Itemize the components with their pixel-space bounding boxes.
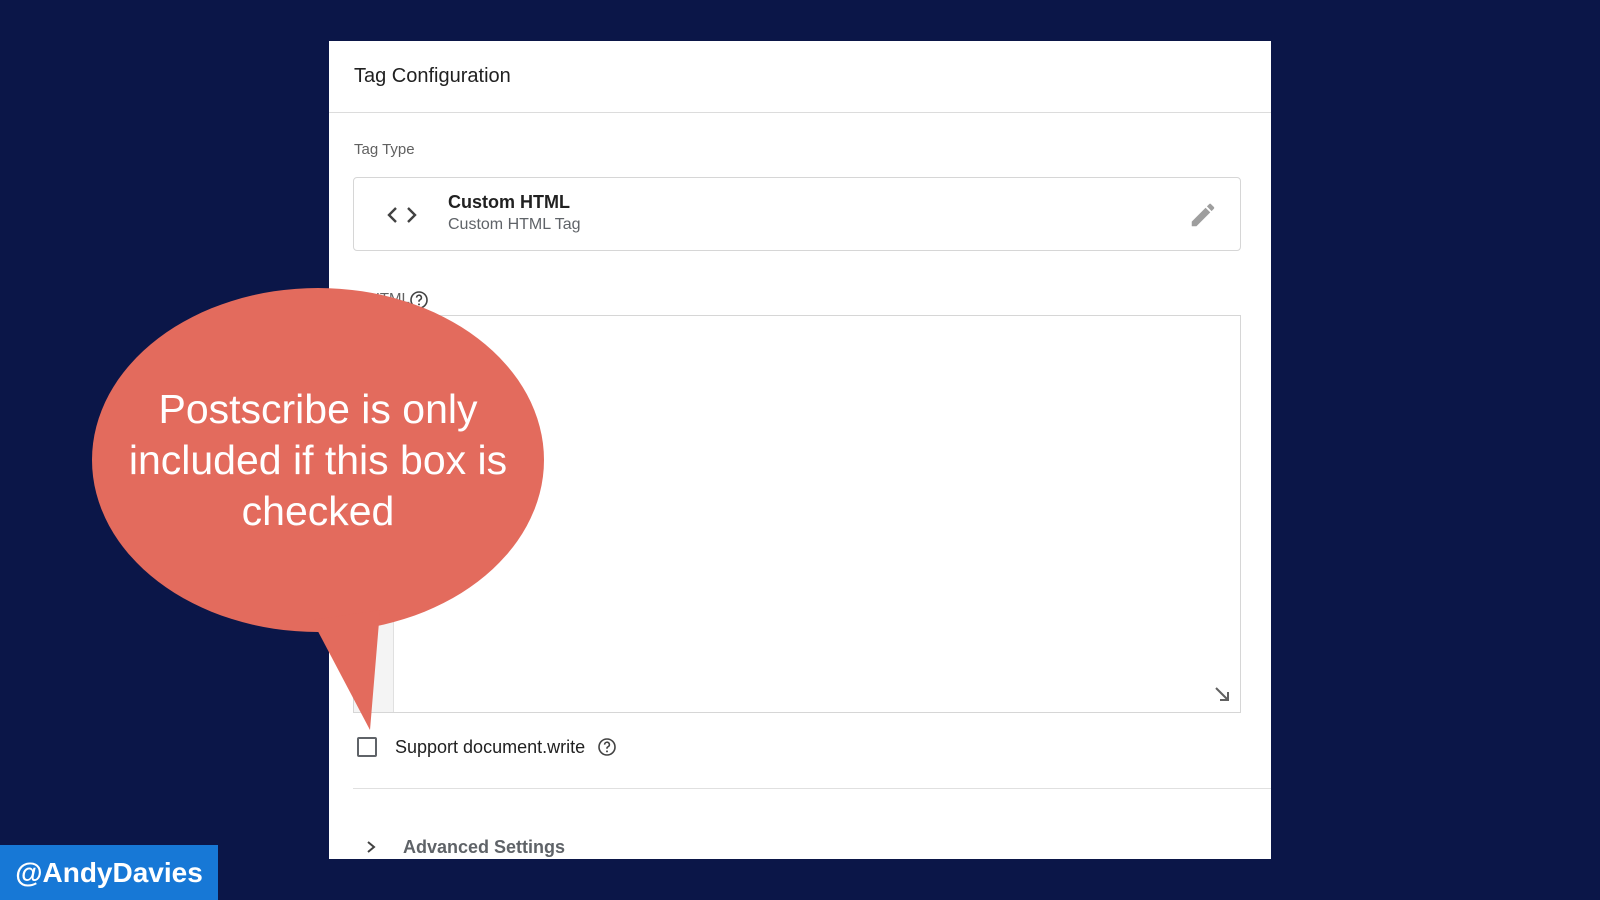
tag-type-name: Custom HTML <box>448 192 570 212</box>
support-document-write-row: Support document.write <box>357 733 617 761</box>
chevron-right-icon <box>367 841 376 853</box>
html-label: HTML <box>369 290 410 307</box>
support-document-write-checkbox[interactable] <box>357 737 377 757</box>
advanced-settings-toggle[interactable]: Advanced Settings <box>363 832 565 862</box>
slide: Tag Configuration Tag Type Custom HTML C… <box>0 0 1600 900</box>
author-handle: @AndyDavies <box>15 856 203 888</box>
pencil-icon[interactable] <box>1188 200 1218 230</box>
panel-title: Tag Configuration <box>354 65 511 87</box>
advanced-settings-label: Advanced Settings <box>403 836 566 857</box>
tag-type-label: Tag Type <box>354 141 415 158</box>
help-icon[interactable] <box>597 737 617 757</box>
code-icon <box>387 207 417 223</box>
tag-type-subtitle: Custom HTML Tag <box>448 216 581 233</box>
divider <box>353 788 1271 789</box>
tag-type-card[interactable]: Custom HTML Custom HTML Tag <box>353 177 1241 251</box>
resize-icon[interactable] <box>1212 684 1232 704</box>
author-handle-badge: @AndyDavies <box>0 845 218 900</box>
checkbox-label: Support document.write <box>395 736 586 757</box>
callout-text: Postscribe is only included if this box … <box>128 386 508 534</box>
help-icon[interactable] <box>409 290 429 310</box>
panel-header: Tag Configuration <box>329 41 1271 113</box>
